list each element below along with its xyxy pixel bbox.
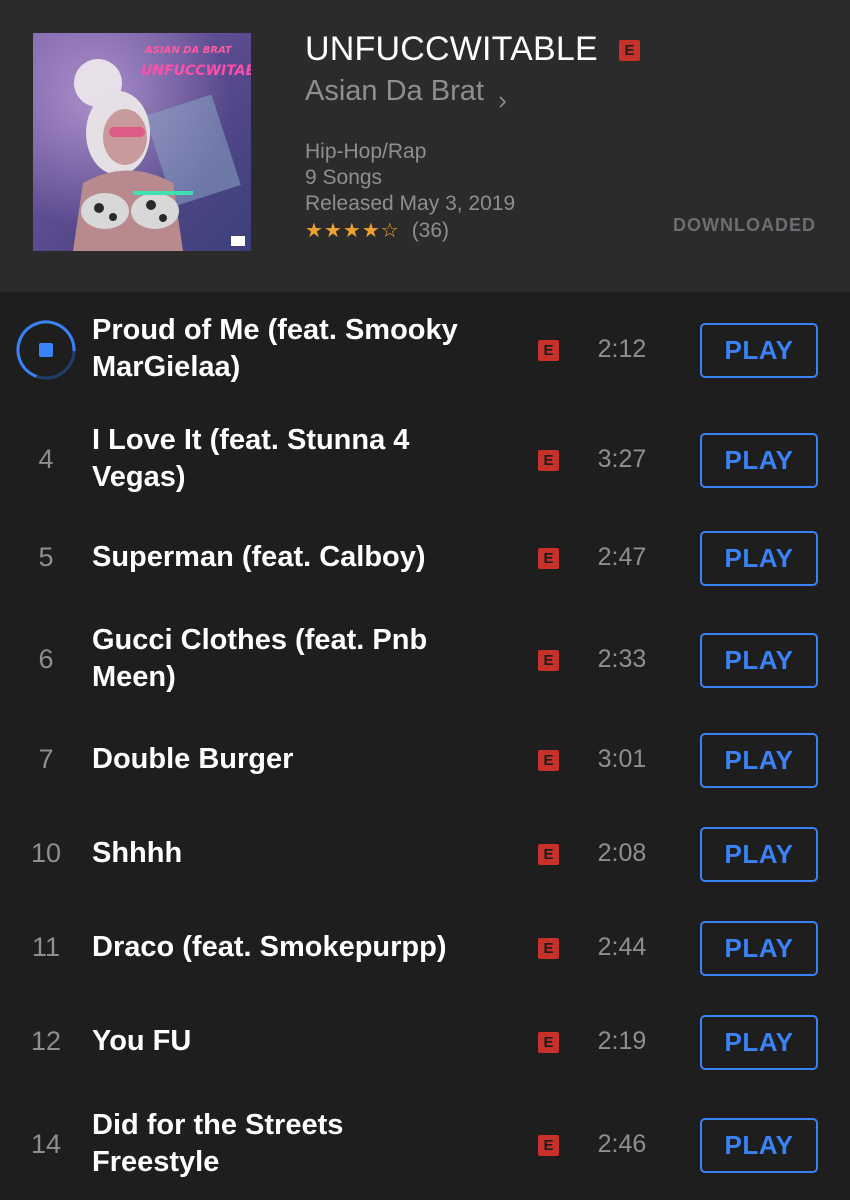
play-button[interactable]: PLAY <box>700 1118 818 1173</box>
track-duration: 2:33 <box>597 645 647 673</box>
star-filled-icon: ★ <box>342 220 361 242</box>
track-number: 5 <box>38 542 54 572</box>
explicit-badge: E <box>538 650 559 671</box>
play-button[interactable]: PLAY <box>700 921 818 976</box>
track-duration: 2:44 <box>597 933 647 961</box>
stop-download-icon[interactable] <box>15 319 77 381</box>
play-button[interactable]: PLAY <box>700 827 818 882</box>
track-number: 14 <box>30 1129 62 1159</box>
explicit-badge: E <box>538 750 559 771</box>
track-title: I Love It (feat. Stunna 4 Vegas) <box>92 422 512 496</box>
track-title: Gucci Clothes (feat. Pnb Meen) <box>92 622 512 696</box>
track-title-line: MarGielaa) <box>92 351 241 383</box>
rating-count: (36) <box>411 219 450 242</box>
download-status: DOWNLOADED <box>673 215 816 235</box>
track-title-line: I Love It (feat. Stunna 4 <box>92 424 410 456</box>
artist-link[interactable]: Asian Da Brat <box>305 75 484 108</box>
explicit-badge: E <box>538 938 559 959</box>
track-title: Double Burger <box>92 741 512 778</box>
track-title-line: Double Burger <box>92 743 294 775</box>
track-title-line: Draco (feat. Smokepurpp) <box>92 931 447 963</box>
cover-title-text: UNFUCCWITABLE <box>141 63 251 79</box>
album-song-count: 9 Songs <box>305 166 383 189</box>
star-empty-icon: ☆ <box>380 220 399 242</box>
track-title-line: Gucci Clothes (feat. Pnb <box>92 624 428 656</box>
explicit-badge: E <box>538 1032 559 1053</box>
track-duration: 2:47 <box>597 543 647 571</box>
track-title-line: Superman (feat. Calboy) <box>92 541 426 573</box>
cover-artist-text: ASIAN DA BRAT <box>144 45 233 56</box>
track-number: 6 <box>38 644 54 674</box>
track-duration: 2:46 <box>597 1130 647 1158</box>
track-title-line: Vegas) <box>92 461 186 493</box>
track-number: 12 <box>30 1026 62 1056</box>
track-title: Superman (feat. Calboy) <box>92 539 512 576</box>
album-rating: ★★★★☆ (36) <box>305 218 449 244</box>
star-filled-icon: ★ <box>305 220 323 242</box>
rating-stars: ★★★★☆ <box>305 218 400 244</box>
explicit-badge: E <box>538 844 559 865</box>
track-title: You FU <box>92 1023 512 1060</box>
track-title: Proud of Me (feat. Smooky MarGielaa) <box>92 312 512 386</box>
explicit-badge: E <box>538 450 559 471</box>
track-title-line: Meen) <box>92 661 176 693</box>
track-duration: 3:01 <box>597 745 647 773</box>
play-button[interactable]: PLAY <box>700 323 818 378</box>
album-cover-art[interactable]: ASIAN DA BRAT UNFUCCWITABLE <box>33 33 251 251</box>
play-button[interactable]: PLAY <box>700 733 818 788</box>
track-title: Shhhh <box>92 835 512 872</box>
track-duration: 2:12 <box>597 335 647 363</box>
explicit-badge: E <box>619 40 640 61</box>
track-number: 7 <box>38 744 54 774</box>
star-filled-icon: ★ <box>361 220 380 242</box>
track-title-line: You FU <box>92 1025 192 1057</box>
chevron-right-icon <box>499 96 507 108</box>
track-title: Did for the Streets Freestyle <box>92 1107 512 1181</box>
track-title-line: Did for the Streets <box>92 1109 344 1141</box>
album-genre: Hip-Hop/Rap <box>305 140 427 163</box>
star-filled-icon: ★ <box>323 220 342 242</box>
play-button[interactable]: PLAY <box>700 1015 818 1070</box>
track-title-line: Shhhh <box>92 837 183 869</box>
album-header: ASIAN DA BRAT UNFUCCWITABLE UNFUCCWITABL… <box>0 0 850 292</box>
track-number: 11 <box>31 932 61 962</box>
track-number: 10 <box>30 838 62 868</box>
track-title-line: Proud of Me (feat. Smooky <box>92 314 458 346</box>
track-title-line: Freestyle <box>92 1146 220 1178</box>
album-release-date: Released May 3, 2019 <box>305 192 516 215</box>
track-duration: 3:27 <box>597 445 647 473</box>
track-duration: 2:19 <box>597 1027 647 1055</box>
play-button[interactable]: PLAY <box>700 531 818 586</box>
album-title: UNFUCCWITABLE <box>305 30 598 68</box>
explicit-badge: E <box>538 548 559 569</box>
explicit-badge: E <box>538 340 559 361</box>
track-title: Draco (feat. Smokepurpp) <box>92 929 512 966</box>
play-button[interactable]: PLAY <box>700 633 818 688</box>
track-duration: 2:08 <box>597 839 647 867</box>
explicit-badge: E <box>538 1135 559 1156</box>
track-number: 4 <box>38 444 54 474</box>
play-button[interactable]: PLAY <box>700 433 818 488</box>
